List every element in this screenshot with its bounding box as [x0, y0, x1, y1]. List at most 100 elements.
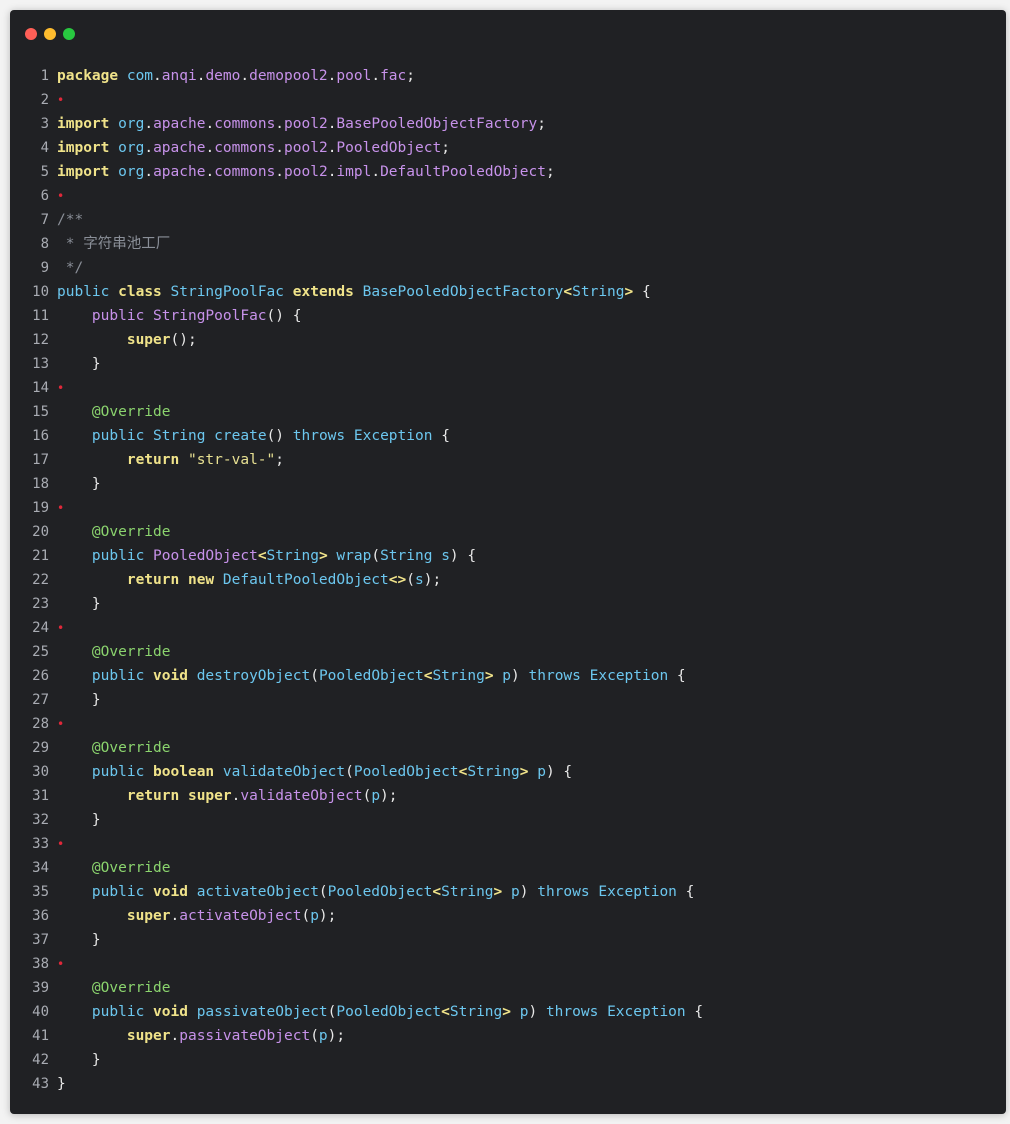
code-token: .: [144, 164, 154, 180]
code-token: .: [205, 164, 215, 180]
line-text: }: [57, 352, 101, 376]
code-line: 34 @Override: [10, 856, 1006, 880]
code-token: public: [91, 764, 145, 780]
code-line: 39 @Override: [10, 976, 1006, 1000]
code-line: 19 •: [10, 496, 1006, 520]
code-token: p: [502, 668, 512, 684]
line-text: public void passivateObject(PooledObject…: [57, 1000, 703, 1024]
code-token: p: [371, 788, 381, 804]
line-text: }: [57, 928, 101, 952]
code-token: create: [214, 428, 267, 444]
line-text: }: [57, 808, 101, 832]
code-token: .: [275, 164, 285, 180]
code-line: 35 public void activateObject(PooledObje…: [10, 880, 1006, 904]
code-token: p: [537, 764, 546, 780]
line-text: }: [57, 592, 101, 616]
line-text: super.passivateObject(p);: [57, 1024, 345, 1048]
code-line: 7 /**: [10, 208, 1006, 232]
code-token: ) {: [545, 764, 573, 780]
line-number: 13: [32, 356, 49, 372]
code-token: p: [310, 908, 319, 924]
code-token: (: [310, 1028, 319, 1044]
line-text: * 字符串池工厂: [57, 232, 170, 256]
line-text: }: [57, 1048, 101, 1072]
line-text: public class StringPoolFac extends BaseP…: [57, 280, 651, 304]
code-line: 26 public void destroyObject(PooledObjec…: [10, 664, 1006, 688]
code-token: );: [318, 908, 337, 924]
code-line: 40 public void passivateObject(PooledObj…: [10, 1000, 1006, 1024]
code-line: 33 •: [10, 832, 1006, 856]
line-text: •: [57, 88, 64, 112]
code-token: );: [423, 572, 442, 588]
line-text: package com.anqi.demo.demopool2.pool.fac…: [57, 64, 415, 88]
code-line: 9 */: [10, 256, 1006, 280]
line-number: 36: [32, 908, 49, 924]
line-text: public String create() throws Exception …: [57, 424, 450, 448]
code-token: <>: [388, 572, 407, 588]
line-text: public void activateObject(PooledObject<…: [57, 880, 694, 904]
code-token: StringPoolFac: [153, 308, 267, 324]
line-number: 6: [40, 188, 49, 204]
code-token: ;: [537, 116, 546, 132]
code-line: 12 super();: [10, 328, 1006, 352]
line-number: 7: [40, 212, 49, 228]
line-number: 21: [32, 548, 49, 564]
close-icon[interactable]: [25, 28, 37, 40]
code-token: >: [502, 1004, 512, 1020]
code-token: DefaultPooledObject: [222, 572, 389, 588]
code-token: }: [57, 692, 101, 708]
line-number: 30: [32, 764, 49, 780]
code-token: com: [126, 68, 154, 84]
code-token: }: [57, 932, 101, 948]
code-token: void: [153, 1004, 188, 1020]
line-number: 1: [40, 68, 49, 84]
line-number: 38: [32, 956, 49, 972]
code-line: 27 }: [10, 688, 1006, 712]
code-token: .: [170, 908, 180, 924]
code-line: 36 super.activateObject(p);: [10, 904, 1006, 928]
code-token: PooledObject: [336, 140, 442, 156]
line-number: 18: [32, 476, 49, 492]
line-text: import org.apache.commons.pool2.impl.Def…: [57, 160, 555, 184]
code-block: 1 package com.anqi.demo.demopool2.pool.fa…: [10, 64, 1006, 1096]
code-token: (: [345, 764, 354, 780]
line-number: 14: [32, 380, 49, 396]
line-number: 27: [32, 692, 49, 708]
code-line: 25 @Override: [10, 640, 1006, 664]
minimize-icon[interactable]: [44, 28, 56, 40]
code-line: 3 import org.apache.commons.pool2.BasePoo…: [10, 112, 1006, 136]
line-text: •: [57, 832, 64, 856]
code-token: @Override: [91, 740, 171, 756]
code-token: demopool2: [249, 68, 328, 84]
code-token: s: [441, 548, 450, 564]
empty-line-marker: •: [57, 189, 65, 203]
code-token: (: [318, 884, 328, 900]
code-line: 20 @Override: [10, 520, 1006, 544]
line-text: •: [57, 184, 64, 208]
code-token: ();: [170, 332, 197, 348]
code-token: {: [676, 884, 695, 900]
line-number: 33: [32, 836, 49, 852]
code-token: public: [91, 668, 145, 684]
code-token: passivateObject: [196, 1004, 328, 1020]
maximize-icon[interactable]: [63, 28, 75, 40]
code-token: BasePooledObjectFactory: [336, 116, 538, 132]
code-token: PooledObject: [318, 668, 424, 684]
code-token: .: [275, 140, 285, 156]
code-token: impl: [336, 164, 372, 180]
code-token: .: [205, 116, 215, 132]
